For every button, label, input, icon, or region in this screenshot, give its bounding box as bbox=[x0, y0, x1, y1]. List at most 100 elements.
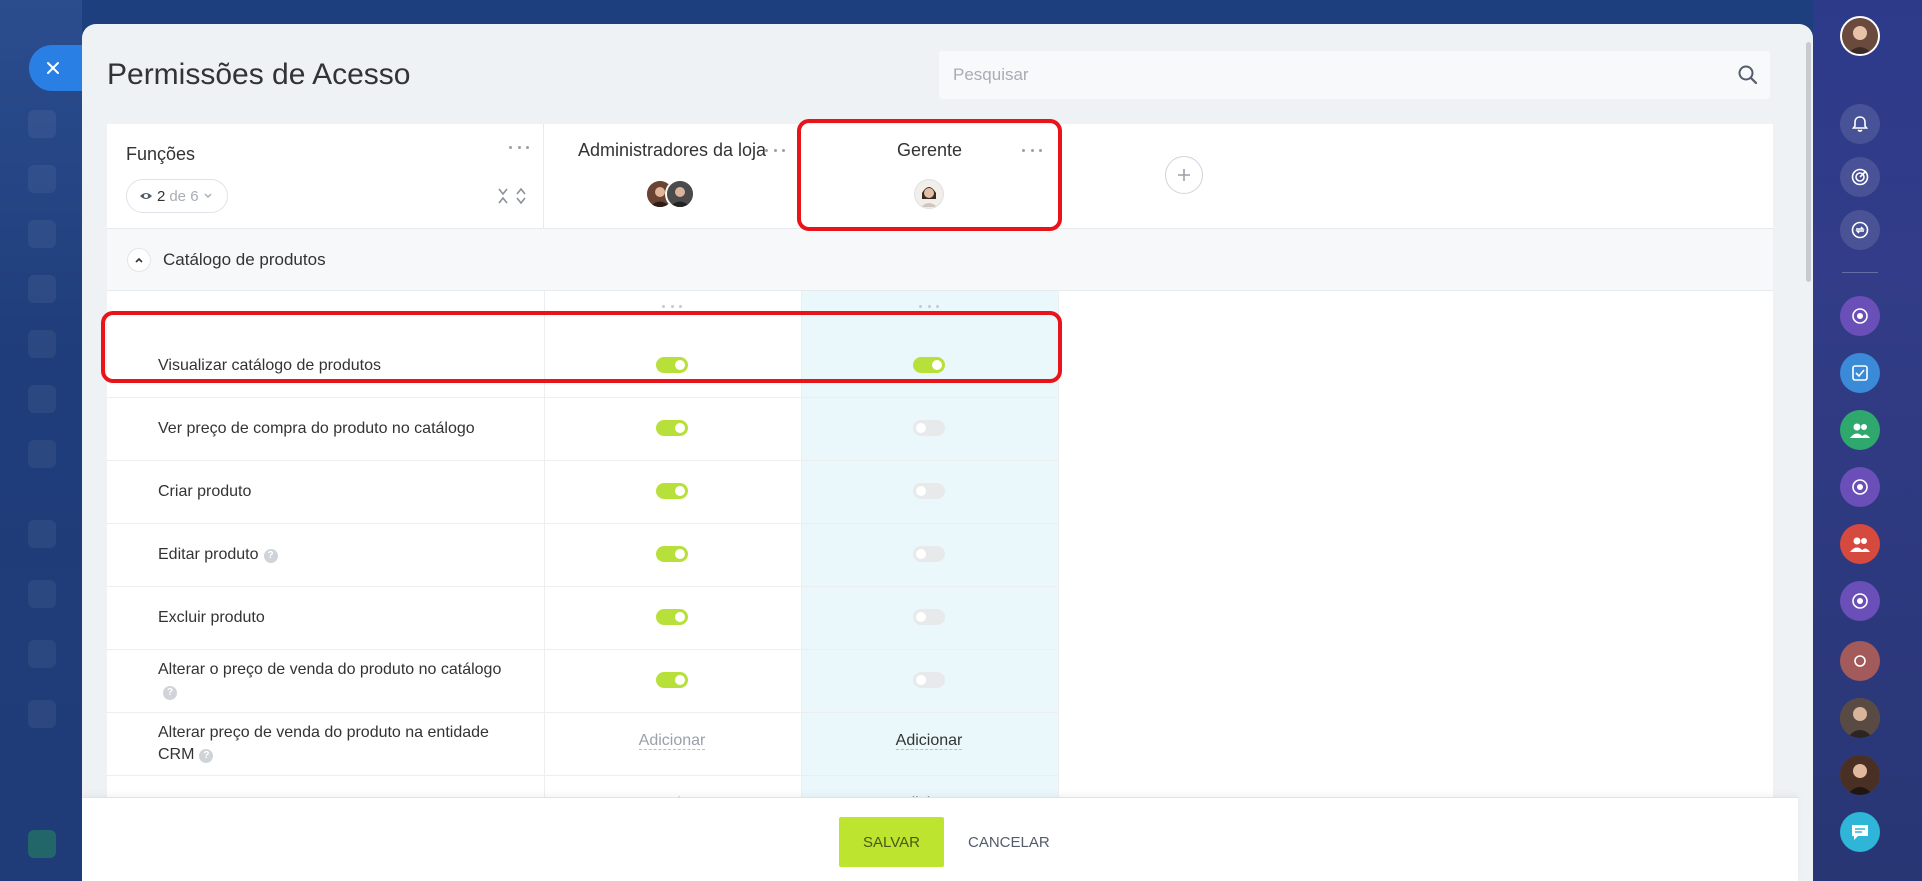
gerente-permission-toggle[interactable] bbox=[913, 609, 945, 625]
permission-value-text: Adicionar bbox=[638, 732, 706, 750]
contact-avatar-2[interactable] bbox=[1840, 755, 1880, 795]
section-label: Catálogo de produtos bbox=[163, 250, 326, 269]
chat-icon bbox=[1852, 825, 1868, 840]
permission-label: Visualizar catálogo de produtos bbox=[158, 355, 518, 377]
help-icon[interactable]: ? bbox=[163, 686, 177, 700]
toggle-knob bbox=[675, 486, 685, 496]
gerente-permission-toggle[interactable] bbox=[913, 357, 945, 373]
bg-ghost-icon bbox=[28, 830, 56, 858]
toggle-knob bbox=[675, 423, 685, 433]
close-button[interactable] bbox=[29, 45, 83, 91]
row-divider bbox=[107, 712, 1058, 713]
bg-ghost-icon bbox=[28, 330, 56, 358]
permission-label-text: Alterar o preço de venda do produto no c… bbox=[158, 661, 502, 678]
search-icon[interactable] bbox=[1736, 63, 1760, 87]
role-column-gerente: Gerente bbox=[801, 124, 1058, 228]
column-divider bbox=[1058, 291, 1059, 824]
permission-label-text: Criar produto bbox=[158, 483, 252, 500]
bg-ghost-icon bbox=[28, 165, 56, 193]
sync-button[interactable] bbox=[1840, 210, 1880, 250]
toggle-knob bbox=[916, 486, 926, 496]
permission-label-text: Ver preço de compra do produto no catálo… bbox=[158, 420, 475, 437]
help-icon[interactable]: ? bbox=[263, 549, 278, 563]
sidebar-app-3[interactable] bbox=[1840, 581, 1880, 621]
sidebar-app-2[interactable] bbox=[1840, 467, 1880, 507]
sidebar-group-2[interactable] bbox=[1840, 524, 1880, 564]
visible-roles-selector[interactable]: 2 de 6 bbox=[126, 179, 228, 213]
bg-ghost-icon bbox=[28, 640, 56, 668]
visible-roles-count: 2 bbox=[157, 187, 166, 205]
avatar[interactable] bbox=[914, 179, 944, 209]
toggle-knob bbox=[916, 675, 926, 685]
bg-ghost-icon bbox=[28, 700, 56, 728]
roles-header-title: Funções bbox=[126, 144, 196, 164]
toggle-knob bbox=[916, 423, 926, 433]
search-box bbox=[939, 51, 1770, 99]
permission-label: Alterar preço de venda do produto na ent… bbox=[158, 722, 518, 766]
role-menu-dots-icon[interactable] bbox=[1022, 145, 1042, 155]
close-icon bbox=[47, 62, 59, 74]
admin-permission-toggle[interactable] bbox=[656, 609, 688, 625]
sidebar-divider bbox=[1842, 272, 1878, 273]
gerente-permission-toggle[interactable] bbox=[913, 546, 945, 562]
admin-permission-toggle[interactable] bbox=[656, 546, 688, 562]
permission-label: Ver preço de compra do produto no catálo… bbox=[158, 418, 518, 440]
contact-avatar-icon bbox=[1840, 698, 1880, 738]
background-left-panel bbox=[0, 0, 82, 881]
column-menu-dots-icon[interactable] bbox=[662, 301, 682, 311]
search-input[interactable] bbox=[939, 51, 1719, 99]
toggle-knob bbox=[675, 360, 685, 370]
notifications-button[interactable] bbox=[1840, 104, 1880, 144]
role-name-admin[interactable]: Administradores da loja bbox=[544, 140, 800, 161]
toggle-knob bbox=[916, 549, 926, 559]
admin-permission-toggle[interactable] bbox=[656, 357, 688, 373]
admin-permission-toggle[interactable] bbox=[656, 672, 688, 688]
gerente-permission-value[interactable]: Adicionar bbox=[829, 732, 1029, 750]
bg-ghost-icon bbox=[28, 220, 56, 248]
contact-avatar-1[interactable] bbox=[1840, 698, 1880, 738]
admin-permission-value[interactable]: Adicionar bbox=[572, 732, 772, 750]
permission-value-text: Adicionar bbox=[895, 732, 963, 750]
permission-label-text: Editar produto bbox=[158, 546, 259, 563]
scrollbar[interactable] bbox=[1804, 42, 1813, 782]
sidebar-group-1[interactable] bbox=[1840, 410, 1880, 450]
column-divider bbox=[801, 291, 802, 824]
roles-menu-dots-icon[interactable] bbox=[509, 142, 529, 152]
permission-label: Alterar o preço de venda do produto no c… bbox=[158, 659, 518, 703]
bg-ghost-icon bbox=[28, 440, 56, 468]
row-divider bbox=[107, 523, 1058, 524]
gerente-permission-toggle[interactable] bbox=[913, 420, 945, 436]
column-menu-dots-icon[interactable] bbox=[919, 301, 939, 311]
section-collapse-toggle[interactable] bbox=[127, 248, 151, 272]
gerente-permission-toggle[interactable] bbox=[913, 483, 945, 499]
sidebar-tasks[interactable] bbox=[1840, 353, 1880, 393]
contact-avatar-icon bbox=[1840, 755, 1880, 795]
avatar[interactable] bbox=[665, 179, 695, 209]
toggle-knob bbox=[675, 549, 685, 559]
sync-icon bbox=[1851, 221, 1869, 239]
scrollbar-thumb[interactable] bbox=[1806, 42, 1811, 282]
chat-button[interactable] bbox=[1840, 812, 1880, 852]
tasks-icon bbox=[1852, 365, 1868, 381]
save-button[interactable]: SALVAR bbox=[839, 817, 944, 867]
toggle-knob bbox=[675, 612, 685, 622]
permission-label-text: Excluir produto bbox=[158, 609, 265, 626]
cancel-button[interactable]: CANCELAR bbox=[958, 817, 1060, 867]
collapse-expand-icon[interactable] bbox=[493, 186, 531, 206]
row-divider bbox=[107, 460, 1058, 461]
app-icon bbox=[1852, 479, 1868, 495]
user-avatar[interactable] bbox=[1840, 16, 1880, 56]
permissions-table: Funções 2 de 6 Administradores da loja G… bbox=[107, 124, 1773, 824]
permission-label: Editar produto? bbox=[158, 544, 518, 566]
add-role-button[interactable] bbox=[1165, 156, 1203, 194]
admin-permission-toggle[interactable] bbox=[656, 420, 688, 436]
bg-ghost-icon bbox=[28, 110, 56, 138]
sidebar-app-1[interactable] bbox=[1840, 296, 1880, 336]
admin-permission-toggle[interactable] bbox=[656, 483, 688, 499]
role-menu-dots-icon[interactable] bbox=[765, 145, 785, 155]
activity-button[interactable] bbox=[1840, 157, 1880, 197]
sidebar-app-4[interactable] bbox=[1840, 641, 1880, 681]
help-icon[interactable]: ? bbox=[199, 749, 214, 763]
role-name-gerente[interactable]: Gerente bbox=[801, 140, 1058, 161]
gerente-permission-toggle[interactable] bbox=[913, 672, 945, 688]
